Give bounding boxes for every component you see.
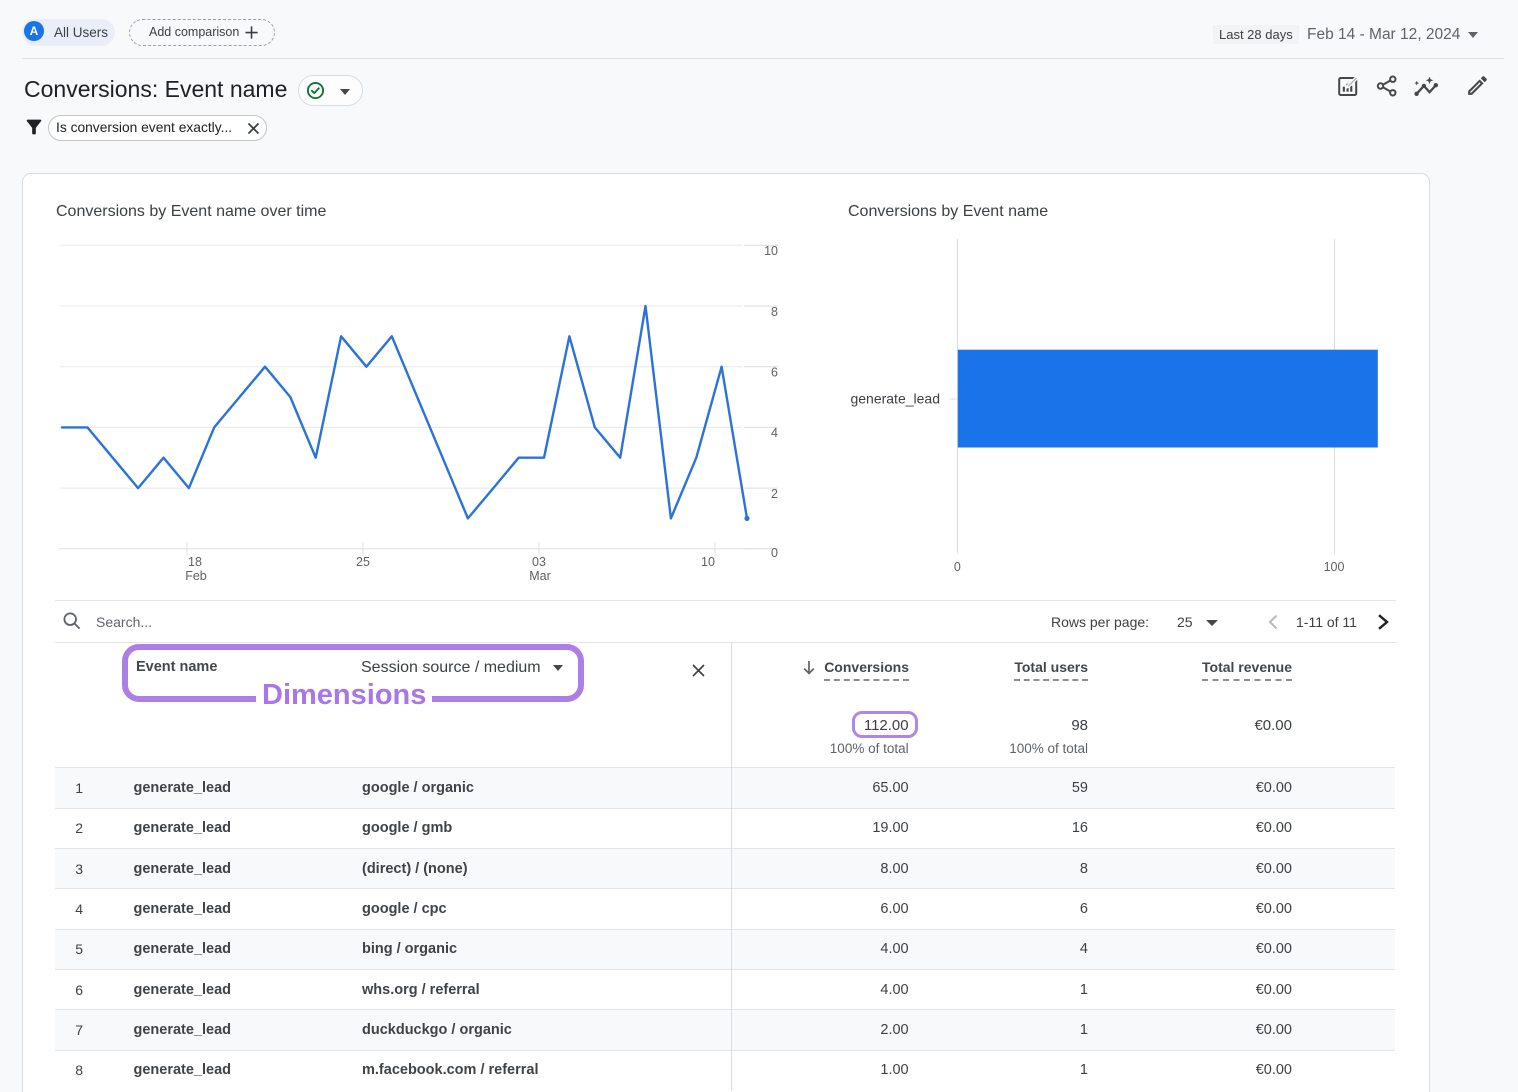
svg-text:18: 18	[188, 555, 202, 569]
svg-text:100: 100	[1324, 560, 1345, 574]
svg-text:03: 03	[532, 555, 546, 569]
svg-text:4: 4	[771, 426, 778, 440]
svg-text:8: 8	[771, 305, 778, 319]
svg-text:0: 0	[954, 560, 961, 574]
svg-text:Mar: Mar	[529, 569, 551, 583]
svg-text:6: 6	[771, 366, 778, 380]
svg-text:10: 10	[701, 555, 715, 569]
svg-text:25: 25	[356, 555, 370, 569]
svg-text:0: 0	[771, 546, 778, 560]
svg-text:generate_lead: generate_lead	[850, 391, 940, 407]
svg-text:2: 2	[771, 487, 778, 501]
svg-text:10: 10	[764, 244, 778, 258]
svg-text:Feb: Feb	[185, 569, 207, 583]
